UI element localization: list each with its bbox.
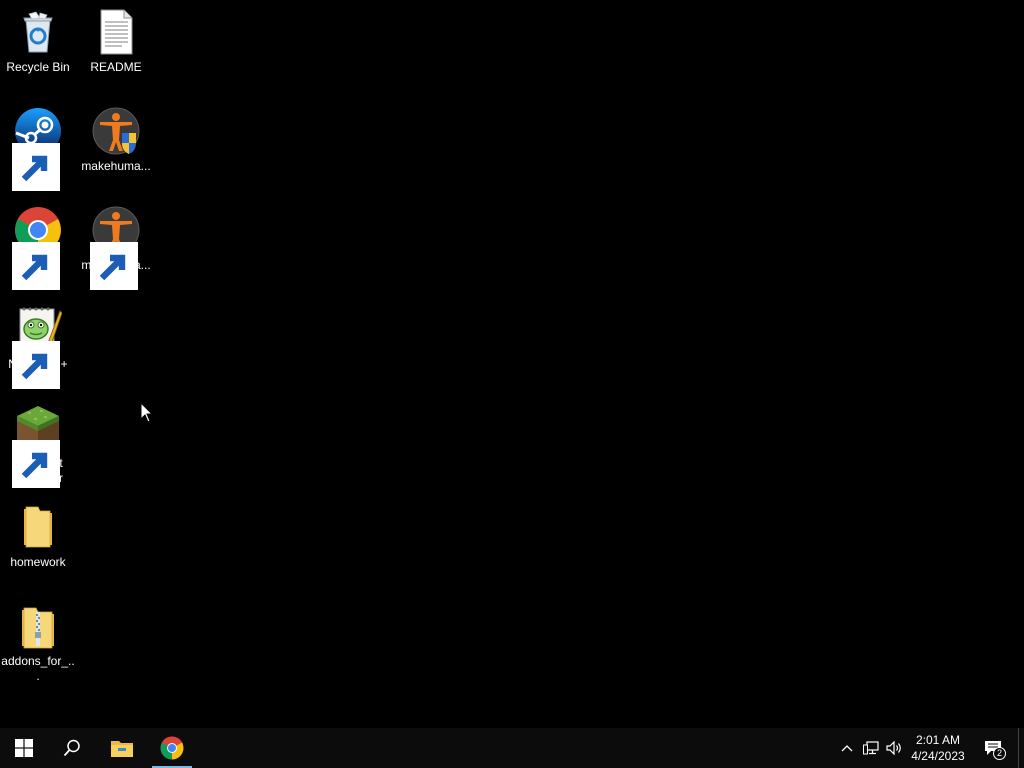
desktop-icon-label: makehuma...: [81, 159, 151, 173]
search-icon: [63, 739, 80, 757]
clock[interactable]: 2:01 AM 4/24/2023: [906, 728, 970, 768]
windows-start-icon: [15, 739, 33, 757]
steam-icon: [12, 107, 62, 191]
desktop: Recycle Bin README makehuma... homework …: [0, 0, 1024, 728]
folder-icon: [14, 503, 62, 551]
shortcut-arrow-icon: [12, 242, 60, 290]
desktop-icon-label: homework: [10, 555, 66, 569]
taskbar: 2:01 AM 4/24/2023 2: [0, 728, 1024, 768]
desktop-icon-google-chrome[interactable]: Google Chrome: [0, 206, 76, 290]
volume-icon: [886, 741, 901, 755]
desktop-icon-label: Recycle Bin: [6, 60, 70, 74]
shortcut-arrow-icon: [12, 440, 60, 488]
chrome-icon: [160, 736, 184, 760]
recycle-bin-icon: [14, 8, 62, 56]
file-explorer-icon: [111, 741, 133, 757]
desktop-icon-addons-zip[interactable]: addons_for_...: [0, 602, 76, 684]
desktop-icon-makehuman-admin[interactable]: makehuma...: [78, 107, 154, 174]
shortcut-arrow-icon: [12, 341, 60, 389]
makehuman-admin-icon: [92, 107, 140, 155]
zip-folder-icon: [14, 602, 62, 650]
clock-time: 2:01 AM: [915, 733, 961, 747]
makehuman-icon: [90, 206, 140, 290]
show-hidden-icons-button[interactable]: [838, 728, 856, 768]
desktop-icon-minecraft-launcher[interactable]: Minecraft Launcher: [0, 404, 76, 488]
desktop-icon-label: README: [90, 60, 142, 74]
clock-date: 4/24/2023: [911, 749, 965, 763]
desktop-icon-notepad-plus-plus[interactable]: Notepad++: [0, 305, 76, 389]
search-button[interactable]: [48, 728, 96, 768]
desktop-icon-steam[interactable]: Steam: [0, 107, 76, 191]
minecraft-grass-block-icon: [12, 404, 62, 488]
volume-button[interactable]: [884, 728, 906, 768]
notification-count-badge: 2: [993, 747, 1006, 760]
text-document-icon: [92, 8, 140, 56]
desktop-icon-readme[interactable]: README: [78, 8, 154, 75]
taskbar-google-chrome[interactable]: [148, 728, 196, 768]
start-button[interactable]: [0, 728, 48, 768]
show-desktop-button[interactable]: [1018, 728, 1024, 768]
desktop-icon-recycle-bin[interactable]: Recycle Bin: [0, 8, 76, 75]
taskbar-file-explorer[interactable]: [98, 728, 146, 768]
shortcut-arrow-icon: [12, 143, 60, 191]
desktop-icon-makehuman[interactable]: makehuma...: [78, 206, 154, 290]
network-status-button[interactable]: [860, 728, 882, 768]
notepad-plus-plus-icon: [12, 305, 62, 389]
chrome-icon: [12, 206, 62, 290]
network-icon: [863, 741, 879, 755]
shortcut-arrow-icon: [90, 242, 138, 290]
action-center-button[interactable]: 2: [978, 728, 1008, 768]
chevron-up-icon: [841, 745, 853, 752]
mouse-cursor-icon: [140, 402, 154, 423]
desktop-icon-homework[interactable]: homework: [0, 503, 76, 570]
desktop-icon-label: addons_for_...: [1, 654, 75, 683]
